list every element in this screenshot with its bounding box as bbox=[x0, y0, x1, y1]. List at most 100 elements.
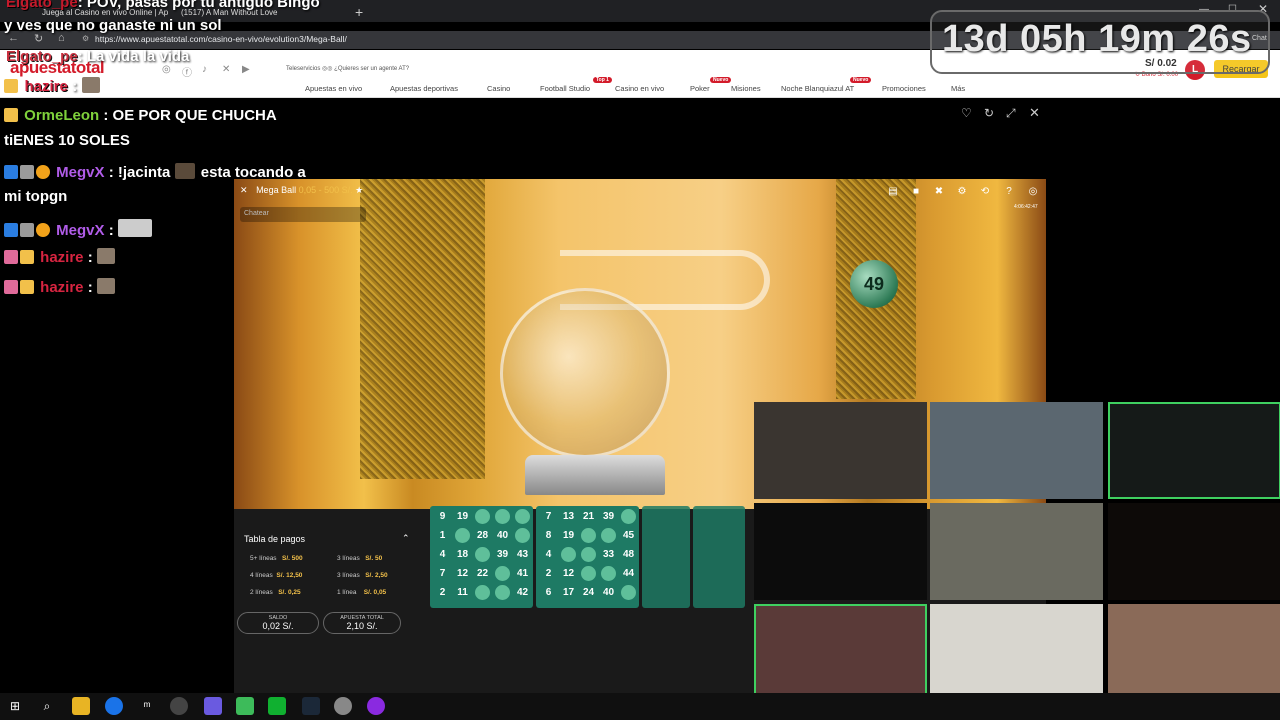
prime-icon bbox=[4, 223, 18, 237]
app-green-icon[interactable] bbox=[236, 697, 254, 715]
game-limits: 0,05 - 500 S/. bbox=[298, 185, 353, 195]
overlay-text: : POV, pasas por tu antiguo Bingo bbox=[77, 0, 320, 11]
webcam-9 bbox=[1108, 604, 1280, 701]
marked-cell bbox=[515, 528, 530, 543]
cat-emote-icon bbox=[81, 77, 100, 93]
settings-icon[interactable]: ⚙ bbox=[955, 185, 969, 199]
bingo-cell: 4 bbox=[545, 549, 552, 560]
video-icon[interactable]: ■ bbox=[909, 185, 923, 199]
paytable-row: 3 líneas S/. 50 bbox=[337, 555, 383, 562]
fullscreen-icon[interactable]: ⤢ bbox=[1006, 106, 1016, 121]
game-chat-input[interactable]: Chatear bbox=[240, 207, 366, 222]
bingo-cell: 40 bbox=[602, 587, 615, 598]
close-icon[interactable]: ✕ bbox=[240, 185, 248, 195]
nav-apuestas-deportivas[interactable]: Apuestas deportivas bbox=[390, 84, 458, 93]
chat-username: hazire bbox=[40, 279, 84, 296]
lobby-icon[interactable]: ◎ bbox=[1026, 185, 1040, 199]
twitch-icon[interactable] bbox=[367, 697, 385, 715]
pig-icon bbox=[4, 280, 18, 294]
steam-icon[interactable] bbox=[302, 697, 320, 715]
chevron-up-icon[interactable]: ⌃ bbox=[402, 533, 410, 544]
webcam-5 bbox=[930, 503, 1103, 600]
star-icon[interactable]: ★ bbox=[355, 185, 363, 195]
drum-base bbox=[525, 455, 665, 495]
nav-mas[interactable]: Más bbox=[951, 84, 965, 93]
bingo-cell: 39 bbox=[602, 511, 615, 522]
bingo-cell: 45 bbox=[622, 530, 635, 541]
marked-cell bbox=[601, 566, 616, 581]
nav-apuestas-en-vivo[interactable]: Apuestas en vivo bbox=[305, 84, 362, 93]
tiktok-icon[interactable]: ♪ bbox=[202, 64, 207, 75]
nav-misiones[interactable]: Misiones bbox=[731, 84, 761, 93]
heart-icon[interactable]: ♡ bbox=[961, 106, 972, 120]
refresh-icon[interactable]: ↻ bbox=[984, 106, 994, 120]
webcam-7 bbox=[754, 604, 927, 701]
paytable-row: 4 líneas S/. 12,50 bbox=[250, 572, 303, 579]
crown-icon bbox=[20, 280, 34, 294]
chat-message-1b: tiENES 10 SOLES bbox=[4, 132, 130, 149]
url-field[interactable]: https://www.apuestatotal.com/casino-en-v… bbox=[95, 34, 347, 44]
new-tab-icon[interactable]: + bbox=[355, 4, 363, 20]
app-icon[interactable]: ᵐ bbox=[138, 697, 156, 715]
chrome-icon[interactable] bbox=[105, 697, 123, 715]
marked-cell bbox=[601, 528, 616, 543]
windows-start-icon[interactable]: ⊞ bbox=[6, 697, 24, 715]
bingo-cell: 12 bbox=[456, 568, 469, 579]
nav-noche-blanquiazul[interactable]: Noche Blanquiazul AT bbox=[781, 84, 854, 93]
obs-icon[interactable] bbox=[170, 697, 188, 715]
bingo-card-mini-1[interactable] bbox=[642, 506, 690, 608]
chat-message-4: hazire : bbox=[4, 248, 117, 266]
bingo-cell: 42 bbox=[516, 587, 529, 598]
bingo-cell: 8 bbox=[545, 530, 552, 541]
nav-poker[interactable]: Poker bbox=[690, 84, 710, 93]
bingo-cell: 24 bbox=[582, 587, 595, 598]
history-icon[interactable]: ▤ bbox=[886, 185, 900, 199]
discord-icon[interactable] bbox=[204, 697, 222, 715]
nav-football-studio[interactable]: Football Studio bbox=[540, 84, 590, 93]
crown-icon bbox=[4, 108, 18, 122]
nav-promociones[interactable]: Promociones bbox=[882, 84, 926, 93]
webcam-3 bbox=[1108, 402, 1280, 499]
youtube-icon[interactable]: ▶ bbox=[242, 64, 250, 75]
nav-casino[interactable]: Casino bbox=[487, 84, 510, 93]
nav-casino-en-vivo[interactable]: Casino en vivo bbox=[615, 84, 664, 93]
x-icon[interactable]: ✕ bbox=[222, 64, 230, 75]
close-game-icon[interactable]: ✕ bbox=[1029, 105, 1040, 121]
chat-text: : bbox=[87, 249, 93, 266]
bingo-cell: 21 bbox=[582, 511, 595, 522]
game-clock: 4:06:42:47 bbox=[1014, 204, 1038, 210]
app-green2-icon[interactable] bbox=[268, 697, 286, 715]
emote-icon bbox=[174, 163, 195, 179]
mute-icon[interactable]: ✖ bbox=[932, 185, 946, 199]
app-gray-icon[interactable] bbox=[334, 697, 352, 715]
crown-icon bbox=[4, 79, 18, 93]
bingo-card-1[interactable]: 9 19 1 28 40 4 18 39 43 7 12 22 41 2 11 42 bbox=[430, 506, 533, 608]
marked-cell bbox=[475, 585, 490, 600]
bingo-cell: 11 bbox=[457, 587, 468, 598]
ball-drum bbox=[500, 288, 670, 458]
paytable-row: 2 líneas S/. 0,25 bbox=[250, 589, 301, 596]
marked-cell bbox=[621, 509, 636, 524]
marked-cell bbox=[561, 547, 576, 562]
saldo-display: SALDO 0,02 S/. bbox=[237, 612, 319, 634]
file-explorer-icon[interactable] bbox=[72, 697, 90, 715]
bingo-cell: 2 bbox=[545, 568, 552, 579]
overlay-text-2: : La vida la vida bbox=[77, 48, 190, 65]
bingo-cell: 1 bbox=[439, 530, 446, 541]
site-info-icon[interactable]: ⚙ bbox=[82, 34, 89, 43]
badge-nuevo-poker: Nuevo bbox=[710, 77, 732, 83]
bingo-card-2[interactable]: 7 13 21 39 8 19 45 4 33 48 2 12 44 6 17 24 40 bbox=[536, 506, 639, 608]
bingo-cell: 2 bbox=[439, 587, 446, 598]
bingo-cell: 48 bbox=[622, 549, 635, 560]
help-icon[interactable]: ? bbox=[1002, 185, 1016, 199]
chat-username: OrmeLeon bbox=[24, 107, 100, 124]
teleservicios-link[interactable]: Teleservicios ◎◎ ¿Quieres ser un agente … bbox=[286, 65, 409, 72]
bingo-card-mini-2[interactable] bbox=[693, 506, 745, 608]
webcam-1 bbox=[754, 402, 927, 499]
marked-cell bbox=[495, 566, 510, 581]
history-clock-icon[interactable]: ⟲ bbox=[978, 185, 992, 199]
search-icon[interactable]: ⌕ bbox=[38, 697, 56, 715]
bingo-cell: 9 bbox=[439, 511, 446, 522]
facebook-icon[interactable]: ⓕ bbox=[182, 64, 192, 79]
paytable-title[interactable]: Tabla de pagos bbox=[244, 534, 305, 544]
